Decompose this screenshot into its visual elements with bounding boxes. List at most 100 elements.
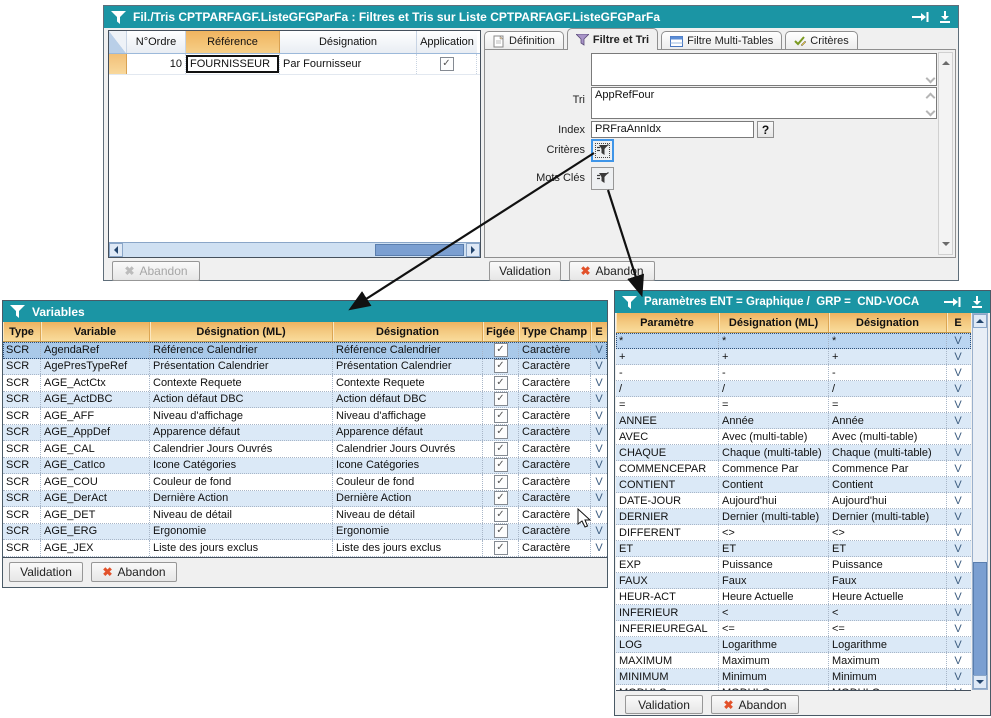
cell-ordre[interactable]: 10 <box>127 54 186 74</box>
figee-checkbox[interactable]: ✓ <box>494 376 508 390</box>
variables-row[interactable]: SCRAGE_COUCouleur de fondCouleur de fond… <box>3 474 607 491</box>
figee-checkbox[interactable]: ✓ <box>494 343 508 357</box>
parametres-row[interactable]: COMMENCEPARCommence ParCommence ParV <box>616 461 971 477</box>
tab-filtre-multi-tables[interactable]: Filtre Multi-Tables <box>661 31 782 50</box>
filters-grid-row[interactable]: 10 FOURNISSEUR Par Fournisseur ✓ <box>109 54 480 75</box>
column-header[interactable]: E <box>947 313 969 332</box>
parametres-row[interactable]: INFERIEUREGAL<=<=V <box>616 621 971 637</box>
dock-bottom-icon[interactable] <box>939 11 951 23</box>
abandon-button[interactable]: ✖ Abandon <box>711 695 799 714</box>
tab-filtre-et-tri[interactable]: Filtre et Tri <box>567 28 658 50</box>
column-header[interactable]: Type <box>3 322 41 341</box>
chevron-down-icon[interactable] <box>926 108 933 115</box>
figee-checkbox[interactable]: ✓ <box>494 409 508 423</box>
grid-horizontal-scrollbar[interactable] <box>109 242 480 257</box>
scroll-down-arrow[interactable] <box>942 242 950 250</box>
column-header[interactable]: Type Champ <box>519 322 591 341</box>
parametres-row[interactable]: MINIMUMMinimumMinimumV <box>616 669 971 685</box>
parametres-titlebar[interactable]: Paramètres ENT = Graphique / GRP = CND-V… <box>615 291 990 313</box>
scroll-left-arrow[interactable] <box>109 243 123 257</box>
variables-row[interactable]: SCRAGE_AFFNiveau d'affichageNiveau d'aff… <box>3 408 607 425</box>
cell-application[interactable]: ✓ <box>417 54 477 74</box>
parametres-row[interactable]: ///V <box>616 381 971 397</box>
scroll-right-arrow[interactable] <box>466 243 480 257</box>
index-input[interactable]: PRFraAnnIdx <box>591 121 754 138</box>
figee-checkbox[interactable]: ✓ <box>494 458 508 472</box>
variables-row[interactable]: SCRAGE_ActDBCAction défaut DBCAction déf… <box>3 392 607 409</box>
grid-corner-cell[interactable] <box>109 31 127 53</box>
column-header[interactable]: Désignation <box>829 313 947 332</box>
validation-button[interactable]: Validation <box>9 562 83 582</box>
parametres-row[interactable]: LOGLogarithmeLogarithmeV <box>616 637 971 653</box>
column-header-ordre[interactable]: N°Ordre <box>127 31 186 53</box>
scroll-up-arrow[interactable] <box>942 57 950 65</box>
parametres-row[interactable]: HEUR-ACTHeure ActuelleHeure ActuelleV <box>616 589 971 605</box>
parametres-row[interactable]: INFERIEUR<<V <box>616 605 971 621</box>
variables-row[interactable]: SCRAGE_ERGErgonomieErgonomie✓CaractèreV <box>3 524 607 541</box>
dock-right-icon[interactable] <box>944 297 961 307</box>
column-header[interactable]: Désignation (ML) <box>719 313 829 332</box>
figee-checkbox[interactable]: ✓ <box>494 508 508 522</box>
column-header[interactable]: Variable <box>41 322 150 341</box>
variables-row[interactable]: SCRAGE_DETNiveau de détailNiveau de déta… <box>3 507 607 524</box>
tab-definition[interactable]: Définition <box>484 31 564 50</box>
figee-checkbox[interactable]: ✓ <box>494 359 508 373</box>
variables-row[interactable]: SCRAGE_ActCtxContexte RequeteContexte Re… <box>3 375 607 392</box>
scroll-down-arrow[interactable] <box>973 675 987 689</box>
variables-row[interactable]: SCRAGE_CALCalendrier Jours OuvrésCalendr… <box>3 441 607 458</box>
filter-window-titlebar[interactable]: Fil./Tris CPTPARFAGF.ListeGFGParFa : Fil… <box>104 6 958 28</box>
criteres-edit-button[interactable] <box>591 139 614 162</box>
column-header[interactable]: Figée <box>483 322 519 341</box>
parametres-row[interactable]: FAUXFauxFauxV <box>616 573 971 589</box>
abandon-button[interactable]: ✖ Abandon <box>569 261 655 281</box>
parametres-row[interactable]: CONTIENTContientContientV <box>616 477 971 493</box>
chevron-up-icon[interactable] <box>926 92 933 99</box>
mots-cles-edit-button[interactable] <box>591 167 614 190</box>
reference-edit-field[interactable]: FOURNISSEUR <box>186 55 279 73</box>
chevron-down-icon[interactable] <box>926 75 933 82</box>
parametres-row[interactable]: +++V <box>616 349 971 365</box>
tri-input[interactable]: AppRefFour <box>591 87 937 119</box>
parametres-row[interactable]: MAXIMUMMaximumMaximumV <box>616 653 971 669</box>
variables-row[interactable]: SCRAGE_CatIcoIcone CatégoriesIcone Catég… <box>3 458 607 475</box>
tab-criteres[interactable]: Critères <box>785 31 858 50</box>
dock-bottom-icon[interactable] <box>971 296 983 308</box>
variables-titlebar[interactable]: Variables <box>3 301 607 322</box>
variables-row[interactable]: SCRAGE_DerActDernière ActionDernière Act… <box>3 491 607 508</box>
parametres-row[interactable]: MODULOMODULOMODULOV <box>616 685 971 691</box>
column-header[interactable]: Désignation <box>333 322 483 341</box>
cell-reference[interactable]: FOURNISSEUR <box>186 54 280 74</box>
parametres-row[interactable]: ---V <box>616 365 971 381</box>
parametres-row[interactable]: DERNIERDernier (multi-table)Dernier (mul… <box>616 509 971 525</box>
column-header[interactable]: E <box>591 322 607 341</box>
scroll-thumb[interactable] <box>375 244 464 256</box>
parametres-row[interactable]: EXPPuissancePuissanceV <box>616 557 971 573</box>
row-header-cell[interactable] <box>109 54 127 74</box>
figee-checkbox[interactable]: ✓ <box>494 392 508 406</box>
parametres-row[interactable]: DATE-JOURAujourd'huiAujourd'huiV <box>616 493 971 509</box>
parametres-row[interactable]: ANNEEAnnéeAnnéeV <box>616 413 971 429</box>
variables-row[interactable]: SCRAgePresTypeRefPrésentation Calendrier… <box>3 359 607 376</box>
column-header-designation[interactable]: Désignation <box>280 31 417 53</box>
abandon-button[interactable]: ✖ Abandon <box>91 562 177 582</box>
figee-checkbox[interactable]: ✓ <box>494 425 508 439</box>
figee-checkbox[interactable]: ✓ <box>494 442 508 456</box>
parametres-row[interactable]: DIFFERENT<><>V <box>616 525 971 541</box>
parametres-row[interactable]: ***V <box>616 333 971 349</box>
column-header-reference[interactable]: Référence <box>186 31 280 53</box>
parametres-row[interactable]: CHAQUEChaque (multi-table)Chaque (multi-… <box>616 445 971 461</box>
variables-row[interactable]: SCRAGE_AppDefApparence défautApparence d… <box>3 425 607 442</box>
application-checkbox[interactable]: ✓ <box>440 57 454 71</box>
column-header-application[interactable]: Application <box>417 31 477 53</box>
validation-button[interactable]: Validation <box>625 695 703 714</box>
figee-checkbox[interactable]: ✓ <box>494 541 508 555</box>
parametres-row[interactable]: ETETETV <box>616 541 971 557</box>
column-header[interactable]: Paramètre <box>616 313 719 332</box>
figee-checkbox[interactable]: ✓ <box>494 524 508 538</box>
index-help-button[interactable]: ? <box>757 121 774 138</box>
figee-checkbox[interactable]: ✓ <box>494 491 508 505</box>
parametres-row[interactable]: ===V <box>616 397 971 413</box>
cell-designation[interactable]: Par Fournisseur <box>280 54 417 74</box>
scroll-thumb[interactable] <box>973 562 987 676</box>
filter-expression-box[interactable] <box>591 53 937 86</box>
